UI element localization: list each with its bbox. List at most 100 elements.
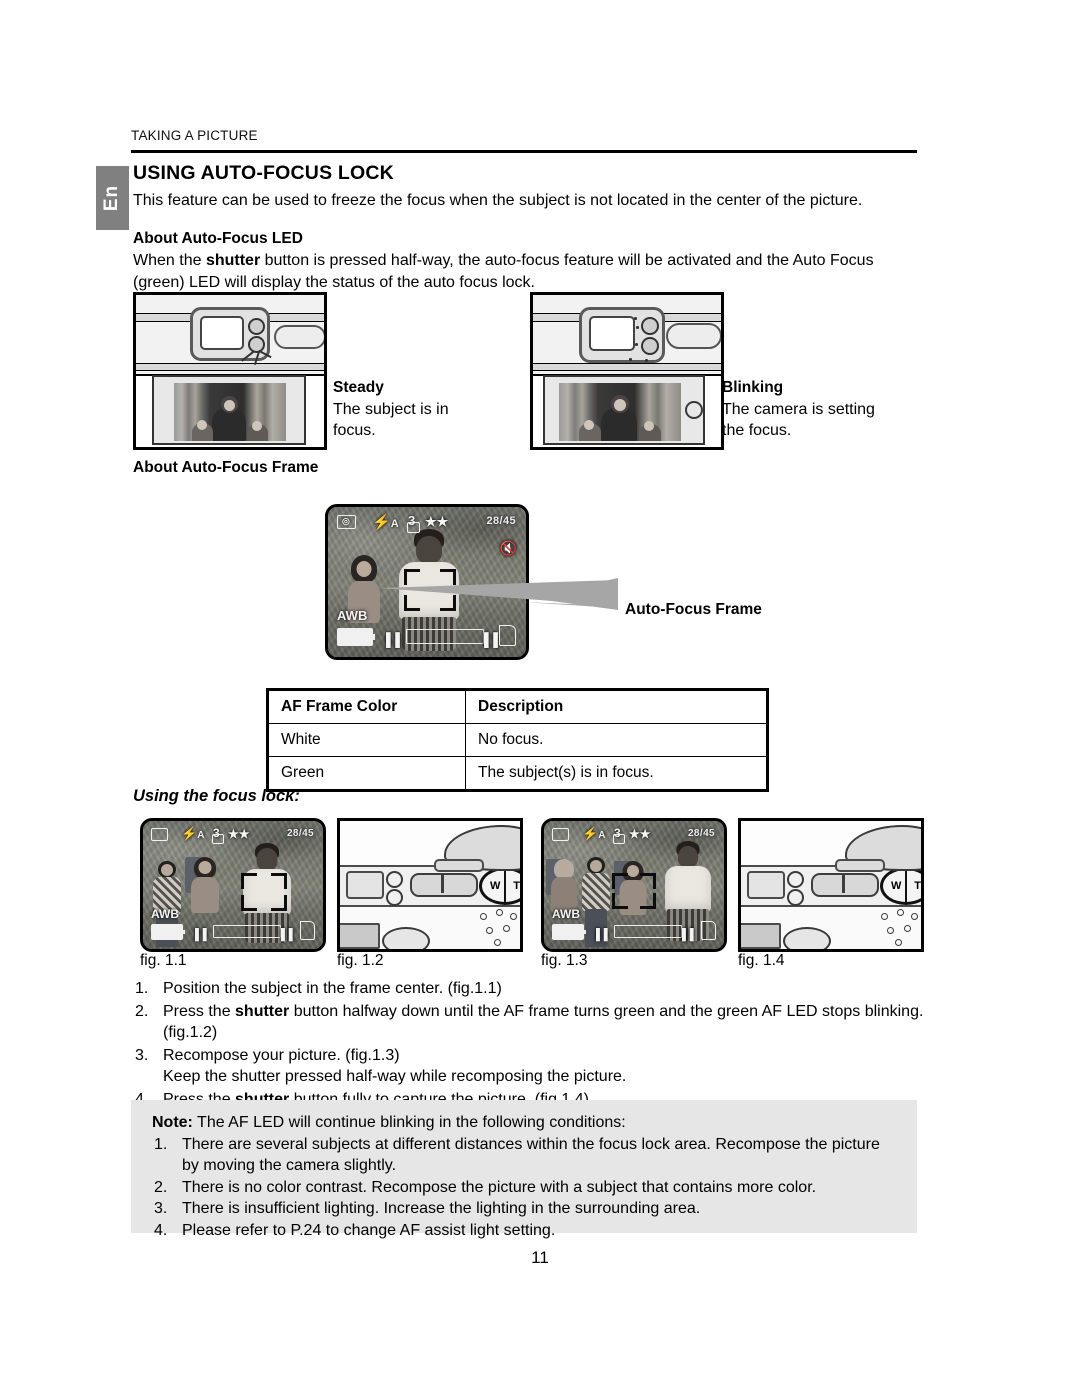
camera-mode-ridge <box>835 859 885 872</box>
step-item: 2. Press the shutter button halfway down… <box>133 1001 933 1044</box>
language-tab: En <box>96 166 129 230</box>
figure-1-1-caption: fig. 1.1 <box>140 952 187 969</box>
lcd-photo-indoor <box>559 383 681 441</box>
step-text-bold: shutter <box>235 1002 290 1020</box>
af-corner-tl <box>241 873 257 889</box>
speaker-dot <box>480 913 487 920</box>
preview-woman-face <box>198 861 212 874</box>
battery-icon <box>337 628 375 646</box>
memory-card-icon <box>701 921 716 940</box>
viewfinder-hole-upper <box>787 871 804 888</box>
viewfinder-window <box>200 316 244 350</box>
af-frame-bracket <box>404 569 456 611</box>
camera-body-seam-2 <box>136 363 324 371</box>
note-item-text: Please refer to P.24 to change AF assist… <box>182 1221 556 1239</box>
viewfinder-hole-lower <box>787 889 804 906</box>
figure-1-3-caption: fig. 1.3 <box>541 952 588 969</box>
camera-lens <box>382 927 430 949</box>
preview-man-shirt <box>665 866 711 912</box>
zoom-tele-label: T <box>914 880 921 892</box>
figure-1-4-caption: fig. 1.4 <box>738 952 785 969</box>
step-number: 3. <box>135 1046 149 1064</box>
zoom-tele-icon: ▌▌ <box>281 929 297 941</box>
note-item-number: 3. <box>154 1200 168 1217</box>
white-balance-label: AWB <box>552 907 580 921</box>
led-state-steady-desc-1: The subject is in <box>333 401 449 418</box>
camera-label-plate <box>340 923 380 949</box>
table-header-row: AF Frame Color Description <box>267 689 768 724</box>
resolution-grid-icon <box>613 834 625 844</box>
flash-auto-icon: ⚡A <box>181 826 205 841</box>
blink-dot-4 <box>629 358 632 361</box>
speaker-dot <box>496 909 503 916</box>
table-cell-desc-white: No focus. <box>465 723 768 757</box>
af-frame-color-table: AF Frame Color Description White No focu… <box>266 688 769 792</box>
flash-auto-icon: ⚡A <box>372 514 399 531</box>
step-number: 1. <box>135 980 149 997</box>
camera-dial <box>685 401 703 419</box>
quality-two-star-icon: ★★ <box>629 827 651 841</box>
camera-lcd-bezel <box>543 375 705 445</box>
camera-lens <box>783 927 831 949</box>
shutter-button[interactable] <box>811 873 879 897</box>
led-state-blinking-desc-2: the focus. <box>722 422 792 439</box>
note-item-number: 4. <box>154 1221 168 1239</box>
note-item-text: There are several subjects at different … <box>182 1135 880 1175</box>
table-row: Green The subject(s) is in focus. <box>267 756 768 791</box>
note-item-text: There is insufficient lighting. Increase… <box>182 1200 701 1217</box>
page-title: USING AUTO-FOCUS LOCK <box>133 162 394 184</box>
figure-1-2-caption: fig. 1.2 <box>337 952 384 969</box>
table-header-description: Description <box>465 689 768 724</box>
viewfinder-hole-lower <box>386 889 403 906</box>
zoom-tele-icon: ▌▌ <box>682 929 698 941</box>
zoom-wide-label: W <box>891 880 902 892</box>
about-af-led-paragraph: When the shutter button is pressed half-… <box>133 250 923 293</box>
camera-mode-icon <box>151 828 168 841</box>
af-led-text-bold: shutter <box>205 252 261 269</box>
lcd-photo-indoor <box>174 383 286 441</box>
white-balance-label: AWB <box>151 907 179 921</box>
af-led-upper <box>248 318 265 335</box>
note-item: 2. There is no color contrast. Recompose… <box>152 1177 892 1199</box>
step-subtext: Keep the shutter pressed half-way while … <box>163 1068 627 1085</box>
camera-led-steady-figure <box>133 292 327 450</box>
note-label: Note: <box>152 1114 193 1131</box>
blink-dot-5 <box>645 359 648 362</box>
zoom-slider-bar <box>406 629 484 644</box>
preview-woman-face <box>356 561 372 577</box>
memory-card-icon <box>499 625 516 646</box>
step-text-before: Press the <box>163 1002 236 1020</box>
af-led-text-1: When the <box>133 252 206 269</box>
speaker-mute-icon: 🔇 <box>499 540 517 556</box>
step-text-before: Recompose your picture. (fig.1.3) <box>163 1046 400 1064</box>
document-page: TAKING A PICTURE En USING AUTO-FOCUS LOC… <box>0 0 1080 1381</box>
camera-grip <box>666 323 721 349</box>
table-cell-desc-green: The subject(s) is in focus. <box>465 756 768 791</box>
zoom-wide-icon: ▌▌ <box>195 929 211 941</box>
af-corner-tr <box>640 873 656 889</box>
led-state-steady-title: Steady <box>333 379 384 396</box>
photo-adult-face <box>614 399 626 411</box>
photo-child-right-face <box>644 421 654 431</box>
table-header-color: AF Frame Color <box>267 689 466 724</box>
resolution-grid-icon <box>212 834 224 844</box>
af-corner-bl <box>241 895 257 911</box>
frame-counter: 28/45 <box>284 828 316 839</box>
af-corner-bl <box>404 595 420 611</box>
step-item: 1. Position the subject in the frame cen… <box>133 978 933 1000</box>
af-frame-bracket <box>241 873 287 911</box>
shutter-button[interactable] <box>410 873 478 897</box>
af-corner-tl <box>404 569 420 585</box>
zoom-wt-control[interactable]: W T <box>479 867 520 905</box>
photo-adult-face <box>224 400 235 411</box>
speaker-dot <box>503 925 510 932</box>
af-frame-callout-label: Auto-Focus Frame <box>625 601 762 618</box>
table-cell-color-white: White <box>267 723 466 757</box>
af-led-lower <box>248 336 265 353</box>
speaker-dot <box>904 925 911 932</box>
note-item: 1. There are several subjects at differe… <box>152 1134 892 1177</box>
viewfinder-hole-upper <box>386 871 403 888</box>
led-state-steady-desc-2: focus. <box>333 422 376 439</box>
zoom-wide-icon: ▌▌ <box>386 632 405 647</box>
zoom-wt-control[interactable]: W T <box>880 867 921 905</box>
